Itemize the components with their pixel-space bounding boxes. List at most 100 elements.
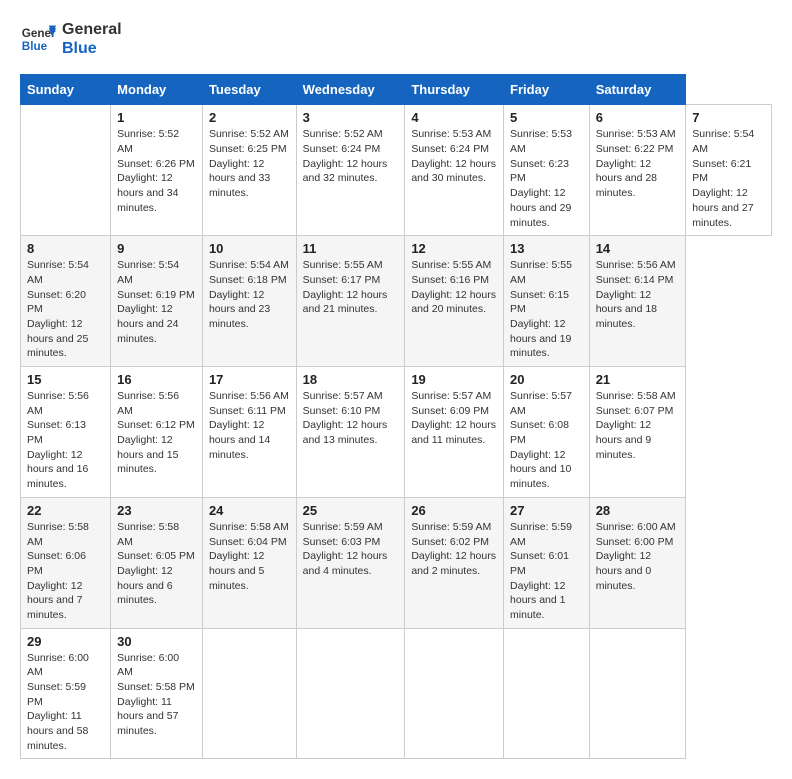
calendar-day-cell: 15 Sunrise: 5:56 AMSunset: 6:13 PMDaylig…	[21, 367, 111, 498]
calendar-day-cell: 19 Sunrise: 5:57 AMSunset: 6:09 PMDaylig…	[405, 367, 504, 498]
calendar-day-cell: 20 Sunrise: 5:57 AMSunset: 6:08 PMDaylig…	[504, 367, 590, 498]
calendar-day-cell: 30 Sunrise: 6:00 AMSunset: 5:58 PMDaylig…	[111, 628, 203, 759]
day-number: 18	[303, 372, 399, 387]
day-number: 25	[303, 503, 399, 518]
day-number: 11	[303, 241, 399, 256]
calendar-day-cell: 23 Sunrise: 5:58 AMSunset: 6:05 PMDaylig…	[111, 497, 203, 628]
calendar-header-row: SundayMondayTuesdayWednesdayThursdayFrid…	[21, 75, 772, 105]
day-number: 4	[411, 110, 497, 125]
calendar-week-row: 29 Sunrise: 6:00 AMSunset: 5:59 PMDaylig…	[21, 628, 772, 759]
calendar-day-cell	[504, 628, 590, 759]
day-info: Sunrise: 5:54 AMSunset: 6:21 PMDaylight:…	[692, 128, 754, 228]
day-number: 30	[117, 634, 196, 649]
day-info: Sunrise: 5:57 AMSunset: 6:10 PMDaylight:…	[303, 390, 388, 446]
calendar-day-cell	[202, 628, 296, 759]
calendar-day-cell: 3 Sunrise: 5:52 AMSunset: 6:24 PMDayligh…	[296, 105, 405, 236]
day-info: Sunrise: 5:54 AMSunset: 6:18 PMDaylight:…	[209, 259, 289, 330]
day-info: Sunrise: 5:55 AMSunset: 6:16 PMDaylight:…	[411, 259, 496, 315]
day-info: Sunrise: 5:58 AMSunset: 6:07 PMDaylight:…	[596, 390, 676, 461]
calendar-day-cell: 28 Sunrise: 6:00 AMSunset: 6:00 PMDaylig…	[589, 497, 686, 628]
calendar-day-cell: 2 Sunrise: 5:52 AMSunset: 6:25 PMDayligh…	[202, 105, 296, 236]
calendar-day-cell: 17 Sunrise: 5:56 AMSunset: 6:11 PMDaylig…	[202, 367, 296, 498]
logo-icon: General Blue	[20, 21, 56, 57]
day-number: 14	[596, 241, 680, 256]
weekday-header: Tuesday	[202, 75, 296, 105]
day-info: Sunrise: 5:56 AMSunset: 6:11 PMDaylight:…	[209, 390, 289, 461]
day-info: Sunrise: 5:53 AMSunset: 6:22 PMDaylight:…	[596, 128, 676, 199]
calendar-day-cell: 9 Sunrise: 5:54 AMSunset: 6:19 PMDayligh…	[111, 236, 203, 367]
day-number: 16	[117, 372, 196, 387]
day-info: Sunrise: 6:00 AMSunset: 6:00 PMDaylight:…	[596, 521, 676, 592]
calendar-table: SundayMondayTuesdayWednesdayThursdayFrid…	[20, 74, 772, 759]
day-number: 10	[209, 241, 290, 256]
weekday-header: Saturday	[589, 75, 686, 105]
svg-text:Blue: Blue	[22, 40, 48, 53]
calendar-day-cell: 11 Sunrise: 5:55 AMSunset: 6:17 PMDaylig…	[296, 236, 405, 367]
empty-cell	[21, 105, 111, 236]
day-number: 15	[27, 372, 104, 387]
calendar-day-cell: 27 Sunrise: 5:59 AMSunset: 6:01 PMDaylig…	[504, 497, 590, 628]
day-info: Sunrise: 5:53 AMSunset: 6:23 PMDaylight:…	[510, 128, 572, 228]
day-info: Sunrise: 5:57 AMSunset: 6:09 PMDaylight:…	[411, 390, 496, 446]
calendar-day-cell: 13 Sunrise: 5:55 AMSunset: 6:15 PMDaylig…	[504, 236, 590, 367]
day-info: Sunrise: 5:54 AMSunset: 6:19 PMDaylight:…	[117, 259, 195, 344]
day-number: 19	[411, 372, 497, 387]
header: General Blue General Blue	[20, 20, 772, 58]
day-info: Sunrise: 5:58 AMSunset: 6:06 PMDaylight:…	[27, 521, 89, 621]
day-number: 2	[209, 110, 290, 125]
weekday-header: Friday	[504, 75, 590, 105]
day-info: Sunrise: 5:52 AMSunset: 6:25 PMDaylight:…	[209, 128, 289, 199]
calendar-day-cell: 25 Sunrise: 5:59 AMSunset: 6:03 PMDaylig…	[296, 497, 405, 628]
calendar-day-cell: 8 Sunrise: 5:54 AMSunset: 6:20 PMDayligh…	[21, 236, 111, 367]
day-info: Sunrise: 5:56 AMSunset: 6:14 PMDaylight:…	[596, 259, 676, 330]
calendar-day-cell: 10 Sunrise: 5:54 AMSunset: 6:18 PMDaylig…	[202, 236, 296, 367]
day-number: 27	[510, 503, 583, 518]
calendar-day-cell: 6 Sunrise: 5:53 AMSunset: 6:22 PMDayligh…	[589, 105, 686, 236]
day-number: 29	[27, 634, 104, 649]
day-number: 1	[117, 110, 196, 125]
day-info: Sunrise: 5:56 AMSunset: 6:13 PMDaylight:…	[27, 390, 89, 490]
day-info: Sunrise: 5:57 AMSunset: 6:08 PMDaylight:…	[510, 390, 572, 490]
calendar-day-cell: 14 Sunrise: 5:56 AMSunset: 6:14 PMDaylig…	[589, 236, 686, 367]
day-info: Sunrise: 5:58 AMSunset: 6:05 PMDaylight:…	[117, 521, 195, 606]
calendar-week-row: 22 Sunrise: 5:58 AMSunset: 6:06 PMDaylig…	[21, 497, 772, 628]
day-number: 17	[209, 372, 290, 387]
calendar-day-cell: 16 Sunrise: 5:56 AMSunset: 6:12 PMDaylig…	[111, 367, 203, 498]
logo-general: General	[62, 20, 122, 39]
day-number: 22	[27, 503, 104, 518]
calendar-day-cell: 22 Sunrise: 5:58 AMSunset: 6:06 PMDaylig…	[21, 497, 111, 628]
calendar-day-cell	[405, 628, 504, 759]
calendar-day-cell	[589, 628, 686, 759]
weekday-header: Sunday	[21, 75, 111, 105]
day-number: 5	[510, 110, 583, 125]
day-info: Sunrise: 5:59 AMSunset: 6:02 PMDaylight:…	[411, 521, 496, 577]
day-info: Sunrise: 5:58 AMSunset: 6:04 PMDaylight:…	[209, 521, 289, 592]
day-info: Sunrise: 5:56 AMSunset: 6:12 PMDaylight:…	[117, 390, 195, 475]
calendar-day-cell: 24 Sunrise: 5:58 AMSunset: 6:04 PMDaylig…	[202, 497, 296, 628]
calendar-week-row: 1 Sunrise: 5:52 AMSunset: 6:26 PMDayligh…	[21, 105, 772, 236]
weekday-header: Thursday	[405, 75, 504, 105]
day-info: Sunrise: 6:00 AMSunset: 5:58 PMDaylight:…	[117, 652, 195, 737]
calendar-week-row: 8 Sunrise: 5:54 AMSunset: 6:20 PMDayligh…	[21, 236, 772, 367]
day-info: Sunrise: 5:54 AMSunset: 6:20 PMDaylight:…	[27, 259, 89, 359]
day-info: Sunrise: 5:55 AMSunset: 6:17 PMDaylight:…	[303, 259, 388, 315]
day-number: 12	[411, 241, 497, 256]
calendar-day-cell: 7 Sunrise: 5:54 AMSunset: 6:21 PMDayligh…	[686, 105, 772, 236]
day-number: 7	[692, 110, 765, 125]
day-info: Sunrise: 5:53 AMSunset: 6:24 PMDaylight:…	[411, 128, 496, 184]
day-number: 28	[596, 503, 680, 518]
day-info: Sunrise: 6:00 AMSunset: 5:59 PMDaylight:…	[27, 652, 89, 752]
calendar-day-cell: 18 Sunrise: 5:57 AMSunset: 6:10 PMDaylig…	[296, 367, 405, 498]
logo: General Blue General Blue	[20, 20, 122, 58]
day-number: 13	[510, 241, 583, 256]
calendar-day-cell: 5 Sunrise: 5:53 AMSunset: 6:23 PMDayligh…	[504, 105, 590, 236]
weekday-header: Wednesday	[296, 75, 405, 105]
day-info: Sunrise: 5:59 AMSunset: 6:01 PMDaylight:…	[510, 521, 572, 621]
calendar-day-cell: 29 Sunrise: 6:00 AMSunset: 5:59 PMDaylig…	[21, 628, 111, 759]
day-number: 20	[510, 372, 583, 387]
day-info: Sunrise: 5:52 AMSunset: 6:26 PMDaylight:…	[117, 128, 195, 213]
calendar-day-cell: 1 Sunrise: 5:52 AMSunset: 6:26 PMDayligh…	[111, 105, 203, 236]
calendar-day-cell: 12 Sunrise: 5:55 AMSunset: 6:16 PMDaylig…	[405, 236, 504, 367]
day-number: 26	[411, 503, 497, 518]
calendar-week-row: 15 Sunrise: 5:56 AMSunset: 6:13 PMDaylig…	[21, 367, 772, 498]
